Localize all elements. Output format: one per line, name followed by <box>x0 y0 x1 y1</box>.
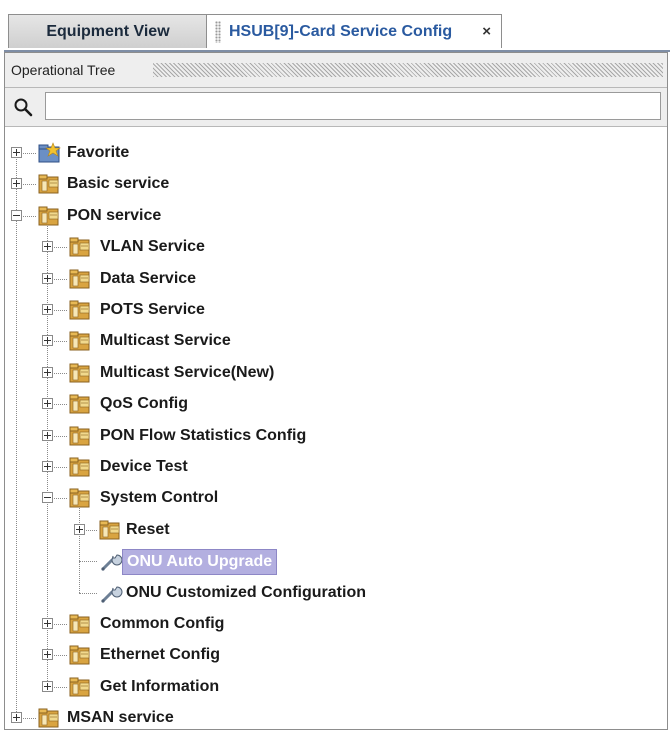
tree-node-label: PON Flow Statistics Config <box>100 426 307 444</box>
expand-toggle-icon[interactable] <box>42 680 53 692</box>
folder-icon <box>69 237 90 257</box>
folder-icon <box>69 457 90 477</box>
tree-node-label: Data Service <box>100 269 197 287</box>
folder-icon <box>69 363 90 383</box>
tree-node-label: Reset <box>126 520 170 538</box>
tree-node-label-selected: ONU Auto Upgrade <box>122 549 278 576</box>
tree-node-label: Common Config <box>100 615 225 632</box>
tree-node-label: QoS Config <box>100 395 188 413</box>
tree-node[interactable]: Basic service <box>38 170 645 198</box>
folder-icon <box>69 645 90 665</box>
tree-connector <box>79 561 97 563</box>
tree-node-label: Basic service <box>67 175 170 193</box>
tree-node[interactable]: VLAN Service <box>69 233 645 261</box>
expand-toggle-icon[interactable] <box>42 272 53 284</box>
tree-node-label: ONU Customized Configuration <box>126 583 366 601</box>
collapse-toggle-icon[interactable] <box>11 209 22 221</box>
tree-node[interactable]: Get Information <box>69 673 645 701</box>
folder-icon <box>69 300 90 320</box>
folder-icon <box>38 708 59 728</box>
folder-icon <box>69 426 90 446</box>
tree-node-label: PON service <box>67 206 162 224</box>
search-input[interactable] <box>45 92 661 120</box>
expand-toggle-icon[interactable] <box>74 523 85 535</box>
tree-node[interactable]: ONU Auto Upgrade <box>99 547 645 576</box>
operational-tree: Favorite Basic service PON service VLAN Ser… <box>5 127 667 729</box>
folder-icon <box>69 488 90 508</box>
app-frame: Equipment View HSUB[9]-Card Service Conf… <box>4 0 670 730</box>
tree-node[interactable]: POTS Service <box>69 296 645 324</box>
tree-connector <box>16 153 17 719</box>
folder-icon <box>38 206 59 226</box>
tab-card-service-config[interactable]: HSUB[9]-Card Service Config × <box>206 14 502 48</box>
search-bar <box>5 88 667 127</box>
folder-icon <box>69 394 90 414</box>
panel-title: Operational Tree <box>11 62 116 78</box>
expand-toggle-icon[interactable] <box>11 147 22 158</box>
tree-node[interactable]: Reset <box>99 516 645 544</box>
folder-icon <box>99 520 120 540</box>
expand-toggle-icon[interactable] <box>42 304 53 315</box>
expand-toggle-icon[interactable] <box>11 178 22 190</box>
tree-node-label: Multicast Service(New) <box>100 363 275 381</box>
tree-node-label: Favorite <box>67 144 130 161</box>
tree-node[interactable]: Ethernet Config <box>69 641 645 669</box>
expand-toggle-icon[interactable] <box>42 335 53 347</box>
collapse-toggle-icon[interactable] <box>42 492 53 504</box>
tree-node-label: Get Information <box>100 677 220 695</box>
favorite-folder-icon <box>38 142 61 163</box>
tree-node[interactable]: QoS Config <box>69 390 645 418</box>
expand-toggle-icon[interactable] <box>42 241 53 253</box>
tree-node[interactable]: Multicast Service(New) <box>69 359 645 387</box>
tree-connector <box>79 592 97 594</box>
tree-node[interactable]: Multicast Service <box>69 327 645 355</box>
folder-icon <box>69 677 90 697</box>
search-icon[interactable] <box>13 97 33 117</box>
folder-icon <box>69 331 90 351</box>
expand-toggle-icon[interactable] <box>42 366 53 378</box>
tree-node[interactable]: PON service <box>38 202 645 230</box>
tree-node[interactable]: PON Flow Statistics Config <box>69 422 645 450</box>
tab-strip: Equipment View HSUB[9]-Card Service Conf… <box>4 0 670 52</box>
operational-tree-panel: Operational Tree Favorite Basic service PO… <box>4 52 668 730</box>
drag-grip-icon[interactable] <box>215 20 221 43</box>
folder-icon <box>38 174 59 194</box>
tree-connector <box>79 506 80 593</box>
tree-node-label: VLAN Service <box>100 238 205 256</box>
tree-node[interactable]: Favorite <box>38 139 645 167</box>
tab-equipment-view[interactable]: Equipment View <box>8 14 208 48</box>
tree-node-label: Ethernet Config <box>100 646 220 664</box>
folder-icon <box>69 614 90 634</box>
tab-label: HSUB[9]-Card Service Config <box>229 23 453 40</box>
expand-toggle-icon[interactable] <box>42 461 53 472</box>
tree-node-label: POTS Service <box>100 301 205 318</box>
tree-node[interactable]: Data Service <box>69 265 645 293</box>
tree-node[interactable]: Device Test <box>69 453 645 481</box>
tree-node[interactable]: Common Config <box>69 610 645 638</box>
tree-node-label: Multicast Service <box>100 332 231 350</box>
tab-label: Equipment View <box>46 23 170 40</box>
tree-node-label: MSAN service <box>67 709 174 727</box>
tree-node-label: System Control <box>100 489 219 507</box>
wrench-icon <box>101 586 123 603</box>
tree-node[interactable]: MSAN service <box>38 704 645 732</box>
title-bar-grip[interactable] <box>153 63 663 77</box>
tree-node-label: Device Test <box>100 458 188 475</box>
expand-toggle-icon[interactable] <box>42 649 53 661</box>
expand-toggle-icon[interactable] <box>42 618 53 629</box>
wrench-icon <box>101 554 123 571</box>
tree-node[interactable]: ONU Customized Configuration <box>99 579 645 607</box>
panel-header[interactable]: Operational Tree <box>5 53 667 88</box>
tree-node[interactable]: System Control <box>69 484 645 512</box>
expand-toggle-icon[interactable] <box>42 398 53 410</box>
close-icon[interactable]: × <box>482 15 491 49</box>
folder-icon <box>69 269 90 289</box>
expand-toggle-icon[interactable] <box>11 712 22 724</box>
expand-toggle-icon[interactable] <box>42 429 53 441</box>
